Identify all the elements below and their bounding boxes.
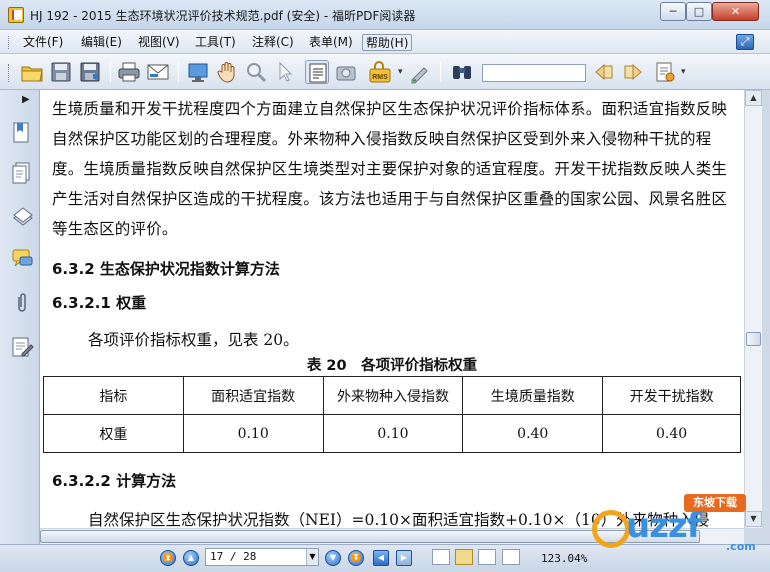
table-cell: 0.10 bbox=[182, 414, 324, 453]
bookmarks-icon[interactable] bbox=[12, 122, 32, 144]
prev-result-icon[interactable] bbox=[592, 60, 616, 84]
signatures-icon[interactable] bbox=[12, 336, 34, 358]
next-result-icon[interactable] bbox=[621, 60, 645, 84]
fullscreen-icon[interactable] bbox=[186, 60, 210, 84]
table-header-cell: 生境质量指数 bbox=[462, 376, 604, 415]
menu-grip bbox=[8, 36, 11, 49]
facing-mode-icon[interactable] bbox=[478, 549, 496, 565]
table-header-row: 指标 面积适宜指数 外来物种入侵指数 生境质量指数 开发干扰指数 bbox=[43, 376, 741, 415]
search-options-icon[interactable] bbox=[653, 60, 677, 84]
table-cell: 0.10 bbox=[322, 414, 464, 453]
attachments-icon[interactable] bbox=[12, 292, 32, 314]
expand-icon[interactable]: ⤢ bbox=[736, 34, 754, 50]
toolbar-grip bbox=[8, 64, 11, 82]
maximize-button[interactable]: □ bbox=[686, 2, 712, 21]
find-icon[interactable] bbox=[450, 60, 474, 84]
heading-6-3-2-1: 6.3.2.1 权重 bbox=[52, 294, 147, 312]
select-tool-icon[interactable] bbox=[273, 60, 297, 84]
rms-label: RMS bbox=[372, 74, 388, 81]
snapshot-icon[interactable] bbox=[334, 60, 358, 84]
rms-dropdown-icon[interactable]: ▾ bbox=[398, 67, 403, 77]
table-row: 权重 0.10 0.10 0.40 0.40 bbox=[43, 414, 741, 453]
zoom-tool-icon[interactable] bbox=[244, 60, 268, 84]
print-icon[interactable] bbox=[117, 60, 141, 84]
continuous-mode-icon[interactable] bbox=[455, 549, 473, 565]
search-options-dropdown-icon[interactable]: ▾ bbox=[681, 67, 686, 77]
table-header-cell: 面积适宜指数 bbox=[182, 376, 324, 415]
table-header-cell: 外来物种入侵指数 bbox=[322, 376, 464, 415]
table-header-cell: 开发干扰指数 bbox=[602, 376, 741, 415]
table-cell: 0.40 bbox=[462, 414, 604, 453]
menu-view[interactable]: 视图(V) bbox=[135, 34, 183, 51]
first-page-icon[interactable]: ⏫ bbox=[160, 550, 176, 566]
table-cell: 0.40 bbox=[602, 414, 741, 453]
next-page-icon[interactable]: ▼ bbox=[325, 550, 341, 566]
title-bar: HJ 192 - 2015 生态环境状况评价技术规范.pdf (安全) - 福昕… bbox=[0, 0, 770, 30]
last-page-icon[interactable]: ⏬ bbox=[348, 550, 364, 566]
watermark-text: uzzf bbox=[626, 506, 702, 546]
watermark-suffix: .com bbox=[726, 540, 756, 553]
menu-comment[interactable]: 注释(C) bbox=[249, 34, 297, 51]
pages-thumbnail-icon[interactable] bbox=[12, 162, 32, 184]
heading-6-3-2-2: 6.3.2.2 计算方法 bbox=[52, 472, 177, 490]
save-icon[interactable] bbox=[49, 60, 73, 84]
menu-edit[interactable]: 编辑(E) bbox=[78, 34, 125, 51]
watermark-circle bbox=[592, 510, 630, 548]
weights-table: 指标 面积适宜指数 外来物种入侵指数 生境质量指数 开发干扰指数 权重 0.10… bbox=[43, 376, 741, 453]
paragraph-evaluation-system: 生境质量和开发干扰程度四个方面建立自然保护区生态保护状况评价指标体系。面积适宜指… bbox=[52, 100, 728, 238]
vertical-scrollbar[interactable]: ▲ ▼ bbox=[744, 90, 762, 528]
table-cell: 权重 bbox=[43, 414, 184, 453]
minimize-button[interactable]: ─ bbox=[660, 2, 686, 21]
layers-icon[interactable] bbox=[12, 206, 33, 228]
scroll-up-icon[interactable]: ▲ bbox=[745, 90, 762, 106]
weights-reference-text: 各项评价指标权重，见表 20。 bbox=[88, 331, 299, 349]
save-as-icon[interactable] bbox=[78, 60, 102, 84]
menu-file[interactable]: 文件(F) bbox=[20, 34, 66, 51]
pdf-page-view[interactable]: 生境质量和开发干扰程度四个方面建立自然保护区生态保护状况评价指标体系。面积适宜指… bbox=[40, 90, 744, 544]
rms-icon[interactable]: RMS bbox=[367, 60, 391, 84]
menu-bar: 文件(F) 编辑(E) 视图(V) 工具(T) 注释(C) 表单(M) 帮助(H… bbox=[0, 30, 770, 54]
page-dropdown-icon[interactable]: ▼ bbox=[306, 549, 318, 565]
back-icon[interactable]: ◀ bbox=[373, 550, 389, 566]
search-input[interactable] bbox=[482, 64, 586, 82]
foxit-app-icon bbox=[8, 7, 24, 23]
text-select-icon[interactable] bbox=[305, 60, 329, 84]
comments-icon[interactable] bbox=[12, 248, 33, 270]
table-header-cell: 指标 bbox=[43, 376, 184, 415]
single-page-mode-icon[interactable] bbox=[432, 549, 450, 565]
forward-icon[interactable]: ▶ bbox=[396, 550, 412, 566]
continuous-facing-mode-icon[interactable] bbox=[502, 549, 520, 565]
hand-tool-icon[interactable] bbox=[215, 60, 239, 84]
left-sidebar bbox=[0, 90, 40, 544]
heading-6-3-2: 6.3.2 生态保护状况指数计算方法 bbox=[52, 260, 280, 278]
uzzf-watermark-logo: 东坡下载 uzzf .com bbox=[574, 490, 764, 566]
email-icon[interactable] bbox=[146, 60, 170, 84]
sign-icon[interactable] bbox=[408, 60, 432, 84]
page-number-input[interactable]: 17 / 28 bbox=[205, 548, 319, 566]
toolbar: RMS ▾ ▾ bbox=[0, 54, 770, 90]
close-button[interactable]: ✕ bbox=[712, 2, 759, 21]
menu-forms[interactable]: 表单(M) bbox=[306, 34, 356, 51]
menu-tools[interactable]: 工具(T) bbox=[192, 34, 239, 51]
vertical-scroll-thumb[interactable] bbox=[746, 332, 761, 346]
menu-help[interactable]: 帮助(H) bbox=[362, 34, 413, 51]
sidebar-expand-icon[interactable]: ▶ bbox=[22, 94, 30, 105]
open-folder-icon[interactable] bbox=[20, 60, 44, 84]
window-title: HJ 192 - 2015 生态环境状况评价技术规范.pdf (安全) - 福昕… bbox=[30, 9, 416, 23]
prev-page-icon[interactable]: ▲ bbox=[183, 550, 199, 566]
table-caption: 表 20 各项评价指标权重 bbox=[306, 358, 478, 374]
